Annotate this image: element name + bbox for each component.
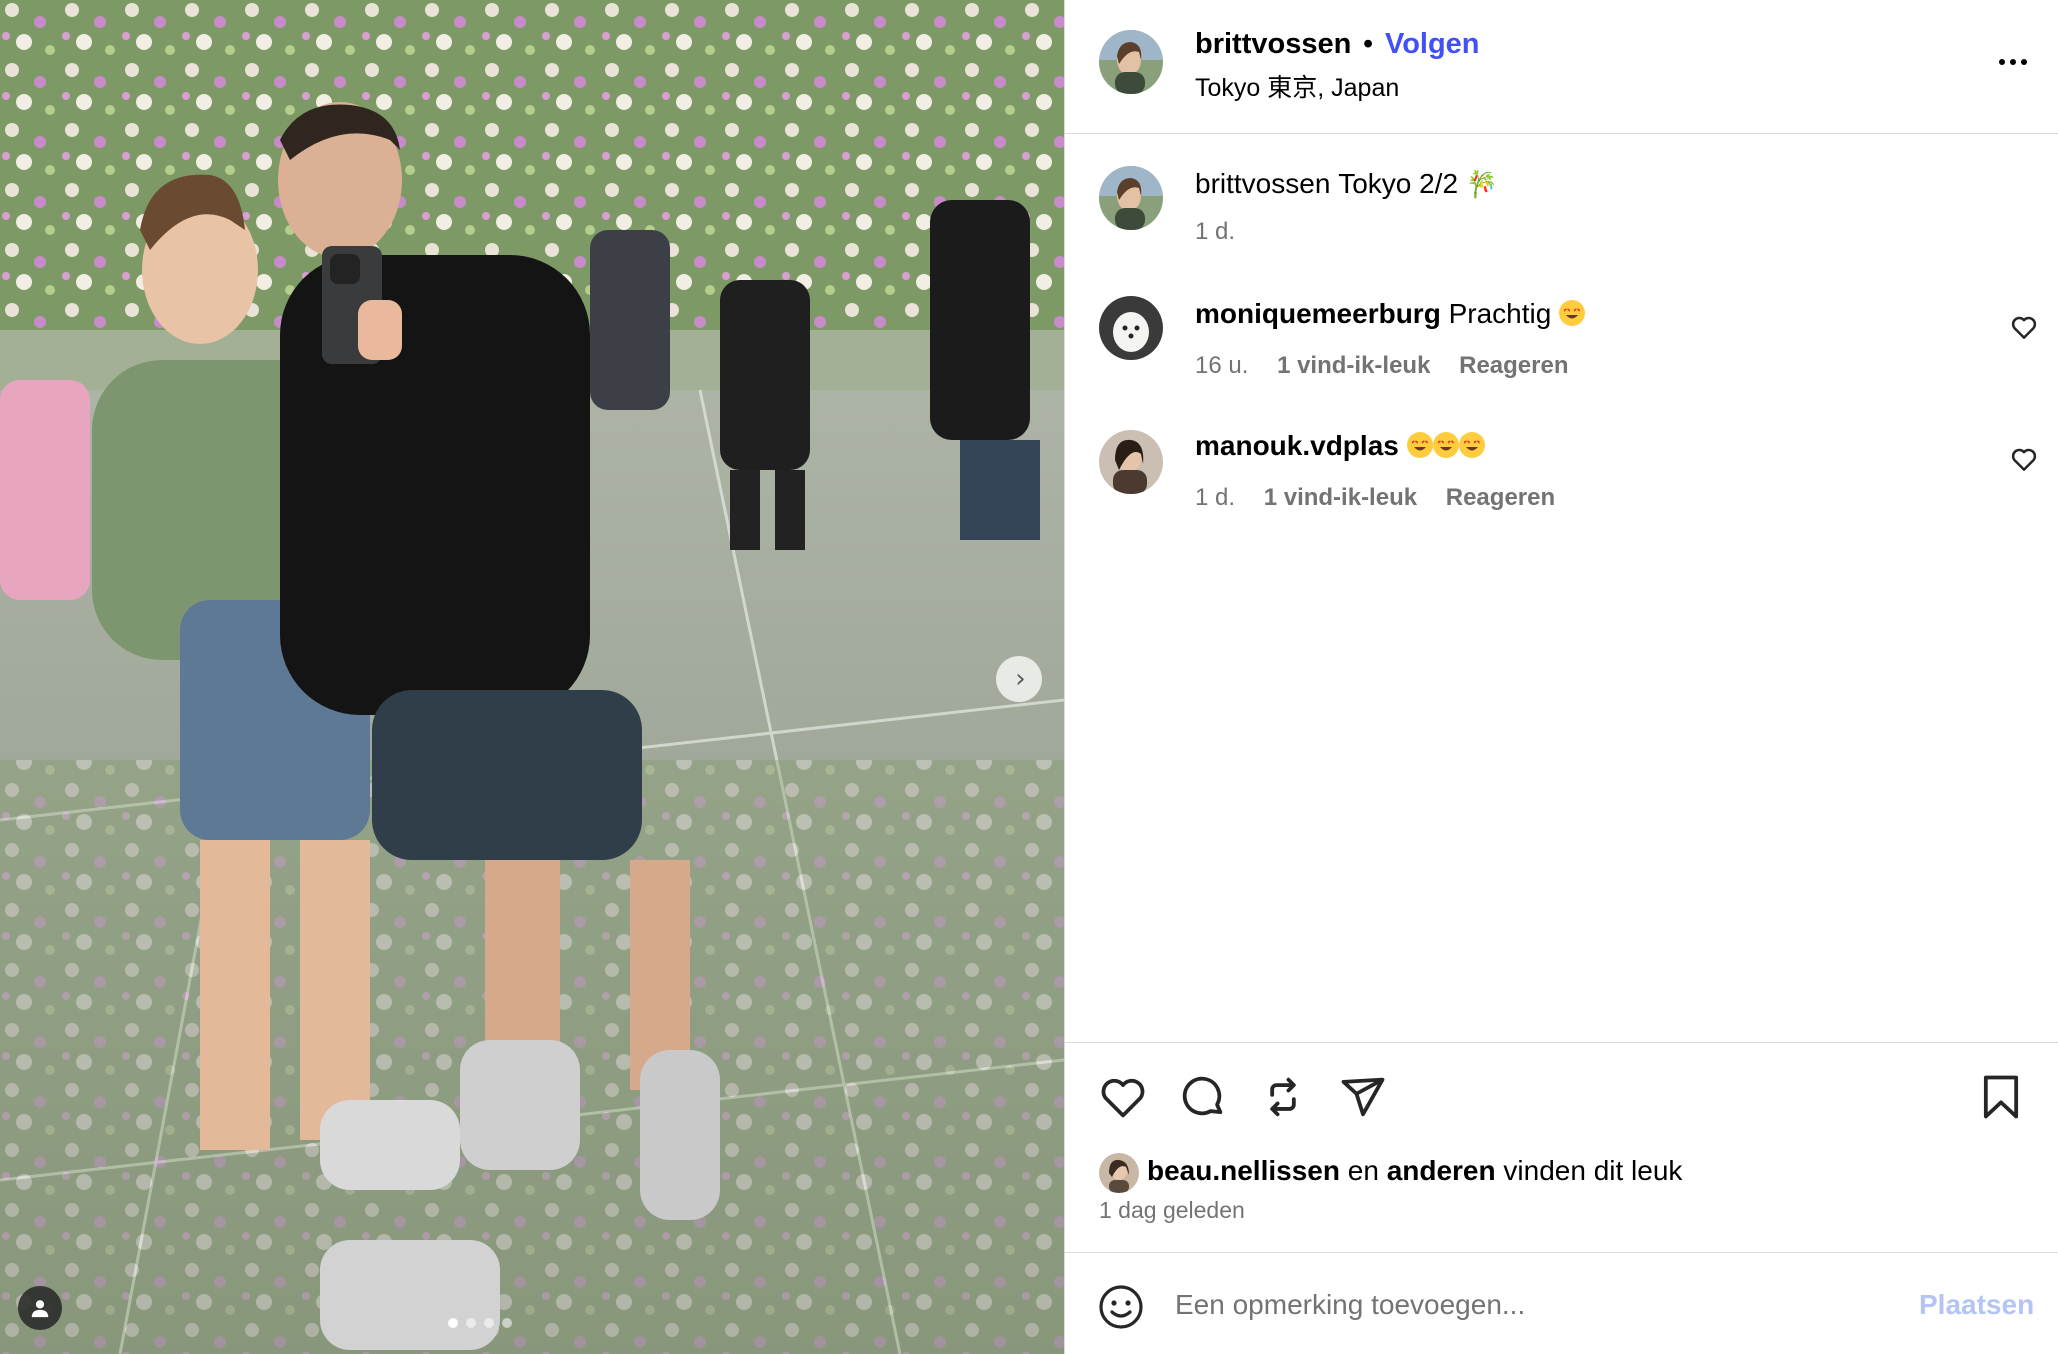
user-tag-icon bbox=[31, 1300, 49, 1318]
post-header: brittvossen • Volgen Tokyo 東京, Japan bbox=[1065, 0, 2058, 134]
caption-username[interactable]: brittvossen bbox=[1195, 168, 1330, 199]
carousel-dot bbox=[466, 1318, 476, 1328]
more-icon bbox=[1999, 59, 2005, 65]
comments-list: brittvossen Tokyo 2/2 🎋 1 d. moniquemeer… bbox=[1065, 134, 2058, 1042]
header-separator: • bbox=[1363, 28, 1374, 60]
likes-suffix: vinden dit leuk bbox=[1503, 1155, 1683, 1186]
post-view: › brittvossen • Volgen Tokyo 東京, Japan b… bbox=[0, 0, 2058, 1354]
bookmark-icon bbox=[1983, 1075, 2019, 1119]
liker-avatar[interactable] bbox=[1099, 1153, 1139, 1193]
photo-image bbox=[0, 0, 1064, 1354]
post-side-panel: brittvossen • Volgen Tokyo 東京, Japan bri… bbox=[1064, 0, 2058, 1354]
repost-button[interactable] bbox=[1257, 1071, 1309, 1123]
caption-emoji: 🎋 bbox=[1465, 170, 1499, 200]
comment-time: 16 u. bbox=[1195, 352, 1249, 379]
comment-button[interactable] bbox=[1177, 1071, 1229, 1123]
comment-meta: 1 d. 1 vind-ik-leuk Reageren bbox=[1195, 484, 1555, 512]
heart-eyes-emoji-icon bbox=[1432, 432, 1459, 458]
heart-icon[interactable] bbox=[2009, 444, 2039, 474]
more-options-button[interactable] bbox=[1991, 44, 2035, 80]
likes-others[interactable]: anderen bbox=[1387, 1155, 1496, 1186]
share-icon bbox=[1341, 1077, 1385, 1117]
comment-icon bbox=[1182, 1076, 1223, 1116]
carousel-dot bbox=[502, 1318, 512, 1328]
post-location[interactable]: Tokyo 東京, Japan bbox=[1195, 68, 1399, 104]
post-photo[interactable]: › bbox=[0, 0, 1064, 1354]
heart-eyes-emoji-icon bbox=[1406, 432, 1433, 458]
caption-time: 1 d. bbox=[1195, 218, 1236, 245]
repost-icon bbox=[1270, 1077, 1296, 1117]
comment-avatar[interactable] bbox=[1099, 296, 1163, 360]
heart-icon bbox=[1101, 1078, 1145, 1118]
heart-eyes-emoji-icon bbox=[1458, 432, 1485, 458]
comment-input[interactable] bbox=[1175, 1277, 1875, 1333]
like-button[interactable] bbox=[1097, 1071, 1149, 1123]
carousel-indicator bbox=[448, 1318, 512, 1328]
author-username[interactable]: brittvossen bbox=[1195, 28, 1351, 61]
user-tag-button[interactable] bbox=[18, 1286, 62, 1330]
liker-username[interactable]: beau.nellissen bbox=[1147, 1155, 1340, 1186]
caption-avatar[interactable] bbox=[1099, 166, 1163, 230]
caption: brittvossen Tokyo 2/2 🎋 bbox=[1195, 168, 1498, 200]
heart-icon[interactable] bbox=[2009, 312, 2039, 342]
carousel-dot bbox=[484, 1318, 494, 1328]
heart-eyes-emoji-icon bbox=[1559, 300, 1586, 326]
post-date[interactable]: 1 dag geleden bbox=[1099, 1197, 1245, 1224]
emoji-button[interactable] bbox=[1097, 1283, 1145, 1331]
comment-1: moniquemeerburg Prachtig bbox=[1195, 298, 1586, 330]
likes-summary[interactable]: beau.nellissen en anderen vinden dit leu… bbox=[1147, 1155, 1682, 1187]
comment-likes[interactable]: 1 vind-ik-leuk bbox=[1264, 484, 1417, 511]
comment-meta: 16 u. 1 vind-ik-leuk Reageren bbox=[1195, 352, 1569, 380]
post-comment-button[interactable]: Plaatsen bbox=[1919, 1289, 2034, 1321]
comment-likes[interactable]: 1 vind-ik-leuk bbox=[1277, 352, 1430, 379]
reply-button[interactable]: Reageren bbox=[1459, 352, 1568, 379]
follow-button[interactable]: Volgen bbox=[1385, 28, 1480, 61]
save-button[interactable] bbox=[1975, 1071, 2027, 1123]
comment-2: manouk.vdplas bbox=[1195, 430, 1485, 462]
caption-text: Tokyo 2/2 bbox=[1338, 168, 1459, 199]
comment-text: Prachtig bbox=[1448, 298, 1552, 329]
chevron-right-icon: › bbox=[1015, 664, 1026, 694]
next-photo-button[interactable]: › bbox=[996, 656, 1042, 702]
action-bar: beau.nellissen en anderen vinden dit leu… bbox=[1065, 1042, 2058, 1252]
reply-button[interactable]: Reageren bbox=[1446, 484, 1555, 511]
likes-connector: en bbox=[1347, 1155, 1379, 1186]
comment-avatar[interactable] bbox=[1099, 430, 1163, 494]
comment-time: 1 d. bbox=[1195, 484, 1236, 511]
comment-composer: Plaatsen bbox=[1065, 1252, 2058, 1354]
author-avatar[interactable] bbox=[1099, 30, 1163, 94]
comment-username[interactable]: moniquemeerburg bbox=[1195, 298, 1441, 329]
carousel-dot bbox=[448, 1318, 458, 1328]
emoji-icon bbox=[1099, 1285, 1143, 1329]
share-button[interactable] bbox=[1337, 1071, 1389, 1123]
comment-username[interactable]: manouk.vdplas bbox=[1195, 430, 1399, 461]
